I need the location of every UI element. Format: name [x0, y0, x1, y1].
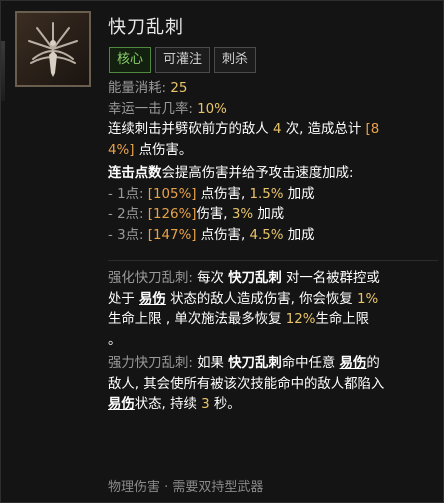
enhanced-line-2: 处于 易伤 状态的敌人造成伤害, 你会恢复 1% — [108, 290, 438, 311]
improved-text: 状态, 持续 — [134, 397, 197, 412]
combo-text: 伤害, — [196, 207, 228, 222]
enhanced-text: 处于 — [108, 291, 135, 307]
energy-cost-value: 25 — [170, 81, 188, 96]
improved-line-3: 易伤状态, 持续 3 秒。 — [108, 395, 438, 416]
hit-count: 4 — [272, 122, 282, 137]
combo-row-3: - 3点: [147%] 点伤害, 4.5% 加成 — [108, 226, 438, 247]
window-edge — [1, 41, 5, 101]
combo-text: 加成 — [287, 186, 315, 202]
improved-text: 敌人, 其会使所有被该次技能命中的敌人都陷入 — [108, 376, 385, 392]
combo-speed: 4.5% — [249, 227, 284, 243]
desc-text: 连续刺击并劈砍前方的敌人 — [108, 122, 269, 137]
lucky-hit-line: 幸运一击几率: 10% — [108, 100, 438, 121]
enhanced-text: 生命上限 , 单次施法最多恢复 — [108, 312, 282, 327]
improved-line-2: 敌人, 其会使所有被该次技能命中的敌人都陷入 — [108, 375, 438, 396]
duration-value: 3 — [201, 397, 210, 412]
enhanced-text: 生命上限 — [315, 312, 370, 327]
combo-text: 加成 — [257, 207, 285, 222]
desc-text: 点伤害。 — [138, 142, 193, 158]
combo-header-text: 会提高伤害并给予攻击速度加成: — [161, 166, 354, 181]
energy-cost-label: 能量消耗: — [108, 81, 167, 96]
enhanced-text: 对一名被群控或 — [286, 271, 380, 286]
vulnerable-keyword: 易伤 — [339, 356, 367, 371]
damage-value: [8 — [365, 122, 380, 137]
combo-header: 连击点数会提高伤害并给予攻击速度加成: — [108, 164, 438, 185]
tag-cutthroat: 刺杀 — [214, 47, 257, 73]
skill-title: 快刀乱刺 — [108, 17, 184, 38]
enhanced-text: 状态的敌人造成伤害, 你会恢复 — [170, 291, 353, 307]
damage-type-footer: 物理伤害 · 需要双持型武器 — [108, 480, 264, 495]
skill-tags: 核心 可灌注 刺杀 — [109, 47, 257, 73]
twisting-blades-skill-icon — [15, 11, 91, 87]
enhanced-text: 。 — [108, 332, 122, 348]
improved-line-1: 强力快刀乱刺: 如果 快刀乱刺命中任意 易伤的 — [108, 354, 438, 375]
combo-prefix: - 3点: — [108, 227, 144, 243]
combo-points-keyword: 连击点数 — [108, 166, 162, 181]
combo-row-2: - 2点: [126%]伤害, 3% 加成 — [108, 205, 438, 226]
tag-imbueable: 可灌注 — [155, 47, 211, 73]
enhanced-line-3: 生命上限 , 单次施法最多恢复 12%生命上限 — [108, 310, 438, 331]
improved-text: 的 — [366, 356, 380, 371]
improved-skill-name: 快刀乱刺 — [228, 356, 282, 371]
desc-line-1: 连续刺击并劈砍前方的敌人 4 次, 造成总计 [8 — [108, 120, 438, 141]
enhanced-text: 每次 — [197, 271, 224, 286]
combo-speed: 1.5% — [249, 186, 284, 202]
max-heal-value: 12% — [285, 312, 316, 327]
combo-text: 点伤害, — [200, 227, 246, 243]
vulnerable-keyword: 易伤 — [139, 291, 166, 307]
enhanced-line-4: 。 — [108, 331, 438, 352]
desc-text: 次, 造成总计 — [285, 122, 362, 137]
combo-row-1: - 1点: [105%] 点伤害, 1.5% 加成 — [108, 185, 438, 206]
energy-cost-line: 能量消耗: 25 — [108, 79, 438, 100]
section-divider — [108, 260, 438, 261]
improved-text: 命中任意 — [281, 356, 336, 371]
improved-label: 强力快刀乱刺: — [108, 356, 193, 371]
damage-value-cont: 4%] — [108, 142, 135, 158]
combo-damage: [147%] — [147, 227, 197, 243]
skill-description: 能量消耗: 25 幸运一击几率: 10% 连续刺击并劈砍前方的敌人 4 次, 造… — [108, 79, 438, 416]
combo-prefix: - 1点: — [108, 186, 144, 202]
skill-tooltip: 快刀乱刺 核心 可灌注 刺杀 能量消耗: 25 幸运一击几率: 10% 连续刺击… — [0, 0, 444, 503]
improved-text: 如果 — [197, 356, 224, 371]
enhanced-label: 强化快刀乱刺: — [108, 271, 193, 286]
vulnerable-keyword: 易伤 — [108, 397, 135, 412]
improved-text: 秒。 — [213, 397, 241, 412]
lucky-hit-label: 幸运一击几率: — [108, 101, 193, 117]
lucky-hit-value: 10% — [197, 101, 227, 117]
tag-core: 核心 — [109, 47, 152, 73]
desc-line-2: 4%] 点伤害。 — [108, 141, 438, 162]
combo-prefix: - 2点: — [108, 207, 144, 222]
heal-value: 1% — [356, 291, 379, 307]
combo-text: 点伤害, — [200, 186, 246, 202]
combo-text: 加成 — [287, 227, 315, 243]
enhanced-skill-name: 快刀乱刺 — [228, 271, 282, 286]
combo-damage: [105%] — [147, 186, 197, 202]
combo-damage: [126%] — [147, 207, 197, 222]
combo-speed: 3% — [231, 207, 254, 222]
enhanced-line-1: 强化快刀乱刺: 每次 快刀乱刺 对一名被群控或 — [108, 269, 438, 290]
